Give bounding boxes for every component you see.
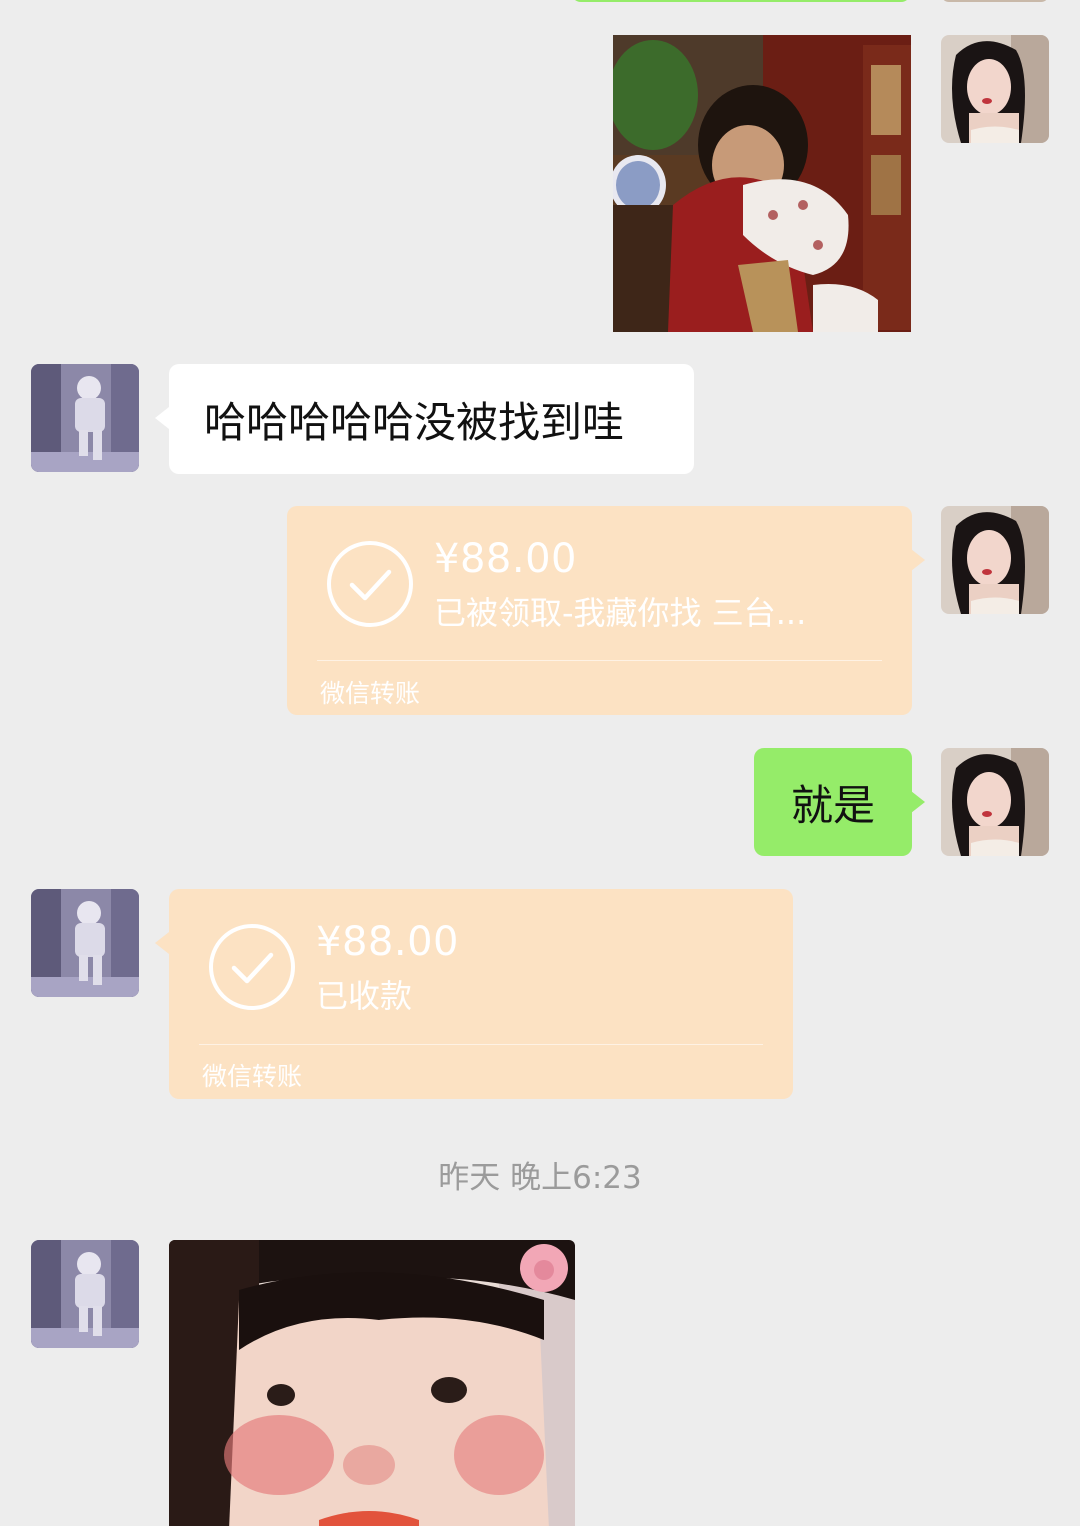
transfer-footer-label: 微信转账 [320,679,421,708]
sent-image-message[interactable] [613,35,911,332]
friend-avatar[interactable] [31,364,139,472]
sent-text-bubble[interactable]: 就是 [754,748,912,856]
astronaut-avatar-image [31,1240,139,1348]
message-text: 就是 [790,780,875,830]
friend-avatar[interactable] [31,889,139,997]
message-timestamp: 昨天 晚上6:23 [438,1160,642,1196]
transfer-status: 已被领取-我藏你找 三台... [434,594,807,632]
girl-avatar-image [941,748,1049,856]
transfer-amount: ¥88.00 [316,919,459,965]
bubble-tail [911,549,925,571]
bubble-tail [911,791,925,813]
girl-avatar-image [941,506,1049,614]
received-text-bubble[interactable]: 哈哈哈哈哈没被找到哇 [169,364,694,474]
transfer-amount: ¥88.00 [434,536,577,582]
check-circle-icon [327,541,413,627]
check-circle-icon [209,924,295,1010]
bubble-tail [155,407,169,429]
message-text: 哈哈哈哈哈没被找到哇 [204,397,625,447]
transfer-divider [317,660,882,661]
my-avatar[interactable] [941,506,1049,614]
friend-avatar[interactable] [31,1240,139,1348]
bubble-tail [155,932,169,954]
girl-avatar-image [941,35,1049,143]
previous-message-bubble-fragment [571,0,911,2]
sent-transfer-card[interactable]: ¥88.00 已被领取-我藏你找 三台... 微信转账 [287,506,912,715]
my-avatar[interactable] [941,35,1049,143]
astronaut-avatar-image [31,889,139,997]
received-transfer-card[interactable]: ¥88.00 已收款 微信转账 [169,889,793,1099]
my-avatar-fragment [941,0,1049,2]
my-avatar[interactable] [941,748,1049,856]
transfer-footer-label: 微信转账 [202,1062,303,1091]
received-image-message[interactable] [169,1240,575,1526]
astronaut-avatar-image [31,364,139,472]
baby-sticker-image [169,1240,575,1526]
transfer-status: 已收款 [316,977,413,1015]
transfer-divider [199,1044,763,1045]
hugging-photo-image [613,35,911,332]
